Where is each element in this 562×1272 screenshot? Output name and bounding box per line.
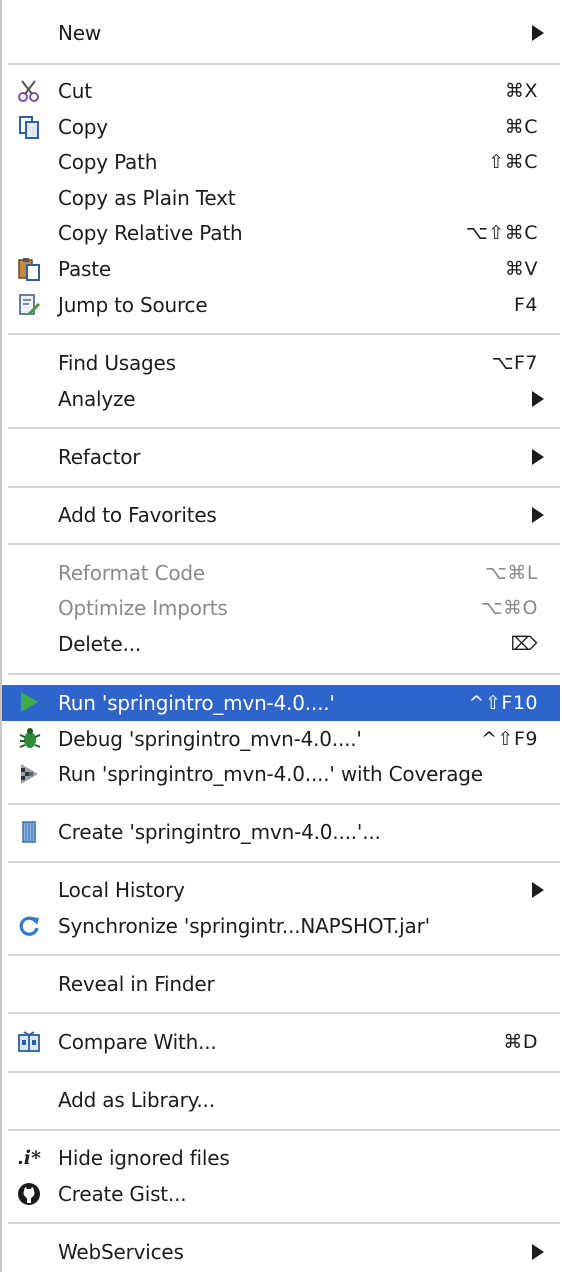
menu-item-label: Synchronize 'springintr...NAPSHOT.jar' bbox=[58, 914, 430, 938]
menu-item-label: Analyze bbox=[58, 387, 136, 411]
shortcut-label: ⌘X bbox=[504, 80, 538, 102]
submenu-arrow-icon bbox=[532, 882, 544, 898]
menu-item-synchronize[interactable]: Synchronize 'springintr...NAPSHOT.jar' bbox=[2, 909, 560, 943]
submenu-arrow-icon bbox=[532, 391, 544, 407]
menu-item-copy-path[interactable]: Copy Path ⇧⌘C bbox=[2, 145, 560, 179]
separator bbox=[8, 1222, 560, 1224]
separator bbox=[8, 861, 560, 863]
menu-item-run[interactable]: Run 'springintro_mvn-4.0....' ^⇧F10 bbox=[2, 685, 560, 721]
shortcut-label: ⌥⇧⌘C bbox=[465, 222, 538, 244]
menu-item-label: Run 'springintro_mvn-4.0....' with Cover… bbox=[58, 762, 483, 786]
separator bbox=[8, 673, 560, 675]
separator bbox=[8, 1129, 560, 1131]
copy-icon bbox=[16, 115, 42, 139]
debug-bug-icon bbox=[16, 727, 42, 751]
menu-item-label: Run 'springintro_mvn-4.0....' bbox=[58, 691, 335, 715]
menu-item-label: Refactor bbox=[58, 445, 141, 469]
menu-item-cut[interactable]: Cut ⌘X bbox=[2, 74, 560, 108]
separator bbox=[8, 543, 560, 545]
menu-item-label: Copy as Plain Text bbox=[58, 186, 236, 210]
menu-item-create-gist[interactable]: Create Gist... bbox=[2, 1177, 560, 1211]
menu-item-label: Create Gist... bbox=[58, 1182, 187, 1206]
menu-item-jump-to-source[interactable]: Jump to Source F4 bbox=[2, 288, 560, 322]
menu-item-reveal-in-finder[interactable]: Reveal in Finder bbox=[2, 967, 560, 1001]
menu-item-hide-ignored-files[interactable]: .i* Hide ignored files bbox=[2, 1141, 560, 1175]
ignored-files-icon: .i* bbox=[17, 1147, 41, 1169]
menu-item-label: Compare With... bbox=[58, 1030, 217, 1054]
menu-item-label: Add as Library... bbox=[58, 1088, 215, 1112]
menu-item-label: Debug 'springintro_mvn-4.0....' bbox=[58, 727, 362, 751]
menu-item-new[interactable]: New bbox=[2, 16, 560, 50]
separator bbox=[8, 63, 560, 65]
jump-to-source-icon bbox=[16, 293, 42, 317]
compare-icon bbox=[16, 1030, 42, 1054]
separator bbox=[8, 954, 560, 956]
shortcut-label: ⌘D bbox=[503, 1031, 538, 1053]
menu-item-copy-plain-text[interactable]: Copy as Plain Text bbox=[2, 181, 560, 215]
submenu-arrow-icon bbox=[532, 25, 544, 41]
menu-item-add-as-library[interactable]: Add as Library... bbox=[2, 1083, 560, 1117]
shortcut-label: ⌦ bbox=[510, 633, 538, 655]
menu-item-delete[interactable]: Delete... ⌦ bbox=[2, 627, 560, 661]
menu-item-webservices[interactable]: WebServices bbox=[2, 1235, 560, 1269]
menu-item-compare-with[interactable]: Compare With... ⌘D bbox=[2, 1025, 560, 1059]
menu-item-optimize-imports[interactable]: Optimize Imports ⌥⌘O bbox=[2, 591, 560, 625]
menu-item-find-usages[interactable]: Find Usages ⌥F7 bbox=[2, 346, 560, 380]
shortcut-label: ⇧⌘C bbox=[488, 151, 538, 173]
separator bbox=[8, 1071, 560, 1073]
submenu-arrow-icon bbox=[532, 449, 544, 465]
submenu-arrow-icon bbox=[532, 1244, 544, 1260]
menu-item-run-with-coverage[interactable]: Run 'springintro_mvn-4.0....' with Cover… bbox=[2, 757, 560, 791]
scissors-icon bbox=[16, 79, 42, 103]
menu-item-label: Create 'springintro_mvn-4.0....'... bbox=[58, 820, 381, 844]
shortcut-label: ^⇧F9 bbox=[481, 728, 538, 750]
separator bbox=[8, 427, 560, 429]
menu-item-label: Jump to Source bbox=[58, 293, 208, 317]
menu-item-label: Reveal in Finder bbox=[58, 972, 215, 996]
shortcut-label: ⌘V bbox=[505, 258, 538, 280]
menu-item-add-to-favorites[interactable]: Add to Favorites bbox=[2, 498, 560, 532]
run-icon bbox=[16, 690, 42, 714]
run-configuration-icon bbox=[16, 820, 42, 844]
menu-item-label: Copy Relative Path bbox=[58, 221, 243, 245]
shortcut-label: ⌥⌘O bbox=[480, 597, 538, 619]
separator bbox=[8, 333, 560, 335]
synchronize-icon bbox=[16, 914, 42, 938]
menu-item-label: Paste bbox=[58, 257, 111, 281]
menu-item-label: Copy Path bbox=[58, 150, 158, 174]
menu-item-paste[interactable]: Paste ⌘V bbox=[2, 252, 560, 286]
menu-item-create-run-config[interactable]: Create 'springintro_mvn-4.0....'... bbox=[2, 815, 560, 849]
separator bbox=[8, 1012, 560, 1014]
menu-item-label: Cut bbox=[58, 79, 92, 103]
context-menu: New Cut ⌘X Copy ⌘C Copy Path ⇧⌘C Copy as… bbox=[0, 0, 560, 1272]
menu-item-label: Local History bbox=[58, 878, 185, 902]
submenu-arrow-icon bbox=[532, 507, 544, 523]
menu-item-refactor[interactable]: Refactor bbox=[2, 440, 560, 474]
menu-item-reformat-code[interactable]: Reformat Code ⌥⌘L bbox=[2, 556, 560, 590]
menu-item-debug[interactable]: Debug 'springintro_mvn-4.0....' ^⇧F9 bbox=[2, 722, 560, 756]
shortcut-label: ^⇧F10 bbox=[468, 692, 538, 714]
separator bbox=[8, 486, 560, 488]
menu-item-label: New bbox=[58, 21, 102, 45]
shortcut-label: ⌥⌘L bbox=[485, 562, 538, 584]
shortcut-label: ⌘C bbox=[504, 116, 538, 138]
menu-item-label: Delete... bbox=[58, 632, 141, 656]
menu-item-label: Add to Favorites bbox=[58, 503, 217, 527]
menu-item-label: Find Usages bbox=[58, 351, 176, 375]
github-icon bbox=[16, 1182, 42, 1206]
menu-item-label: Copy bbox=[58, 115, 108, 139]
separator bbox=[8, 803, 560, 805]
paste-icon bbox=[16, 257, 42, 281]
menu-item-analyze[interactable]: Analyze bbox=[2, 382, 560, 416]
menu-item-copy-relative-path[interactable]: Copy Relative Path ⌥⇧⌘C bbox=[2, 216, 560, 250]
shortcut-label: ⌥F7 bbox=[491, 352, 538, 374]
menu-item-label: WebServices bbox=[58, 1240, 184, 1264]
menu-item-label: Hide ignored files bbox=[58, 1146, 230, 1170]
coverage-icon bbox=[16, 762, 42, 786]
menu-item-local-history[interactable]: Local History bbox=[2, 873, 560, 907]
menu-item-label: Optimize Imports bbox=[58, 596, 228, 620]
menu-item-label: Reformat Code bbox=[58, 561, 205, 585]
shortcut-label: F4 bbox=[513, 294, 538, 316]
menu-item-copy[interactable]: Copy ⌘C bbox=[2, 110, 560, 144]
